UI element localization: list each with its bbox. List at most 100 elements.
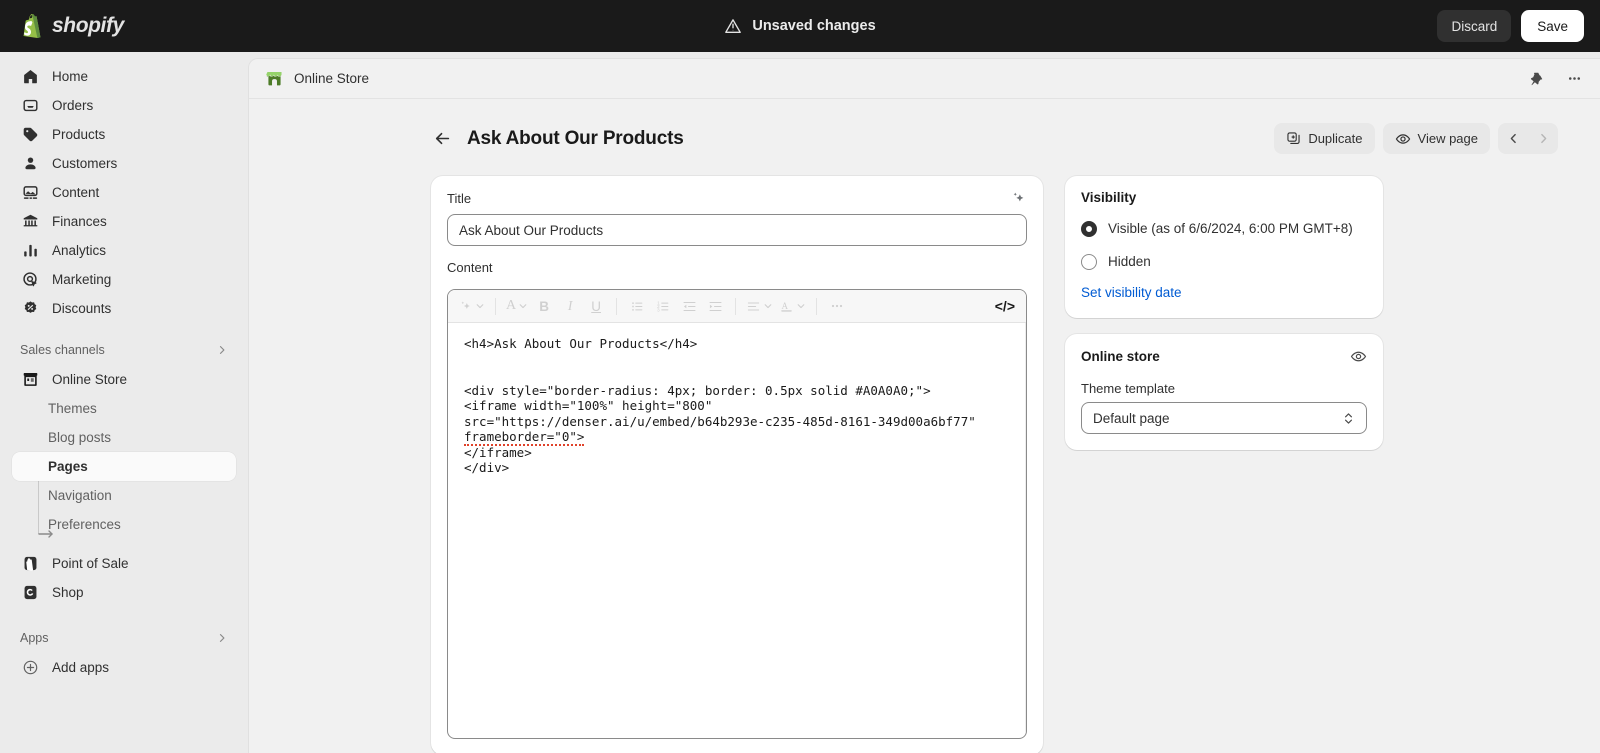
sidebar-item-label: Products <box>52 127 105 142</box>
code-line: <div style="border-radius: 4px; border: … <box>464 383 931 398</box>
visibility-option-visible[interactable]: Visible (as of 6/6/2024, 6:00 PM GMT+8) <box>1081 219 1367 238</box>
arrow-left-icon[interactable] <box>431 128 453 150</box>
sidebar-item-label: Customers <box>52 156 117 171</box>
marketing-target-icon <box>20 270 40 290</box>
shopify-brand[interactable]: shopify <box>0 14 248 38</box>
shop-icon <box>20 583 40 603</box>
text-align-button[interactable] <box>744 294 775 318</box>
set-visibility-date-link[interactable]: Set visibility date <box>1081 285 1182 300</box>
theme-template-select-wrap: Default page <box>1081 402 1367 434</box>
title-label-row: Title <box>447 190 1027 207</box>
next-page-button[interactable] <box>1528 123 1558 154</box>
numbered-list-icon[interactable]: 123 <box>651 294 675 318</box>
sidebar-item-themes[interactable]: Themes <box>12 394 236 423</box>
unsaved-changes-label: Unsaved changes <box>752 18 875 34</box>
svg-text:A: A <box>782 300 789 310</box>
view-page-button[interactable]: View page <box>1383 123 1490 154</box>
sidebar-item-marketing[interactable]: Marketing <box>12 265 236 294</box>
theme-template-select[interactable]: Default page <box>1081 402 1367 434</box>
duplicate-icon <box>1286 131 1301 146</box>
sidebar-subitem-label: Themes <box>48 401 97 416</box>
sidebar-item-add-apps[interactable]: Add apps <box>12 653 236 682</box>
chevron-right-icon <box>216 344 228 356</box>
pin-icon[interactable] <box>1524 67 1548 91</box>
duplicate-button[interactable]: Duplicate <box>1274 123 1374 154</box>
duplicate-label: Duplicate <box>1308 131 1362 146</box>
outdent-icon[interactable] <box>677 294 701 318</box>
chevron-right-icon <box>216 632 228 644</box>
chevron-down-icon <box>518 301 528 311</box>
sidebar-item-label: Online Store <box>52 372 127 387</box>
sidebar-item-discounts[interactable]: Discounts <box>12 294 236 323</box>
text-format-button[interactable]: A <box>504 294 530 318</box>
sidebar-item-navigation[interactable]: Navigation <box>12 481 236 510</box>
sidebar-item-pages[interactable]: Pages <box>12 452 236 481</box>
person-icon <box>20 154 40 174</box>
text-format-a-icon: A <box>506 298 516 314</box>
sidebar-item-label: Discounts <box>52 301 111 316</box>
sidebar-item-analytics[interactable]: Analytics <box>12 236 236 265</box>
channel-bar-actions <box>1524 67 1586 91</box>
ai-assist-button[interactable] <box>456 294 487 318</box>
top-bar: shopify Unsaved changes Discard Save <box>0 0 1600 52</box>
sidebar-item-finances[interactable]: Finances <box>12 207 236 236</box>
sidebar-section-apps[interactable]: Apps <box>12 625 236 651</box>
radio-visible[interactable] <box>1081 221 1097 237</box>
product-tag-icon <box>20 125 40 145</box>
content-image-icon <box>20 183 40 203</box>
content-columns: Title Content <box>249 154 1600 753</box>
online-store-card-header: Online store <box>1081 348 1367 365</box>
sidebar-subitem-label: Navigation <box>48 488 112 503</box>
storefront-icon <box>20 370 40 390</box>
visibility-visible-label: Visible (as of 6/6/2024, 6:00 PM GMT+8) <box>1108 219 1353 238</box>
sidebar-item-content[interactable]: Content <box>12 178 236 207</box>
primary-column: Title Content <box>431 176 1043 753</box>
sidebar-item-label: Content <box>52 185 99 200</box>
bullet-list-icon[interactable] <box>625 294 649 318</box>
sidebar-item-shop[interactable]: Shop <box>12 578 236 607</box>
top-bar-actions: Discard Save <box>1437 10 1584 42</box>
content-label: Content <box>447 260 1027 275</box>
shopify-wordmark: shopify <box>52 14 124 38</box>
unsaved-changes-status: Unsaved changes <box>675 17 925 35</box>
chevron-down-icon <box>763 301 773 311</box>
sidebar-subitem-label: Preferences <box>48 517 121 532</box>
sidebar-section-sales-channels[interactable]: Sales channels <box>12 337 236 363</box>
radio-hidden[interactable] <box>1081 254 1097 270</box>
chevron-down-icon <box>796 301 806 311</box>
channel-title: Online Store <box>294 71 369 86</box>
sidebar-item-point-of-sale[interactable]: Point of Sale <box>12 549 236 578</box>
visibility-hidden-label: Hidden <box>1108 252 1151 271</box>
italic-icon[interactable]: I <box>558 294 582 318</box>
sidebar-item-home[interactable]: Home <box>12 62 236 91</box>
orders-inbox-icon <box>20 96 40 116</box>
code-line: <iframe width="100%" height="800" <box>464 398 712 413</box>
save-button[interactable]: Save <box>1521 10 1584 42</box>
sparkle-ai-icon[interactable] <box>1010 190 1027 207</box>
sidebar-item-online-store[interactable]: Online Store <box>12 365 236 394</box>
sidebar-item-label: Add apps <box>52 660 109 675</box>
sidebar-item-label: Home <box>52 69 88 84</box>
ellipsis-horizontal-icon[interactable] <box>1562 67 1586 91</box>
discard-button[interactable]: Discard <box>1437 10 1511 42</box>
indent-icon[interactable] <box>703 294 727 318</box>
plus-circle-icon <box>20 658 40 678</box>
ellipsis-horizontal-icon[interactable] <box>825 294 849 318</box>
sidebar-item-customers[interactable]: Customers <box>12 149 236 178</box>
visibility-option-hidden[interactable]: Hidden <box>1081 252 1367 271</box>
title-input[interactable] <box>447 214 1027 246</box>
prev-page-button[interactable] <box>1498 123 1528 154</box>
title-label: Title <box>447 191 471 206</box>
sidebar-item-blog-posts[interactable]: Blog posts <box>12 423 236 452</box>
eye-icon[interactable] <box>1350 348 1367 365</box>
channel-identity[interactable]: Online Store <box>265 69 369 88</box>
bold-icon[interactable]: B <box>532 294 556 318</box>
sidebar-item-preferences[interactable]: Preferences <box>12 510 236 539</box>
code-textarea[interactable]: <h4>Ask About Our Products</h4> <div sty… <box>448 323 1026 738</box>
view-page-label: View page <box>1418 131 1478 146</box>
underline-icon[interactable]: U <box>584 294 608 318</box>
code-brackets-icon[interactable]: </> <box>992 294 1018 318</box>
sidebar-item-products[interactable]: Products <box>12 120 236 149</box>
sidebar-item-orders[interactable]: Orders <box>12 91 236 120</box>
text-color-button[interactable]: A <box>777 294 808 318</box>
